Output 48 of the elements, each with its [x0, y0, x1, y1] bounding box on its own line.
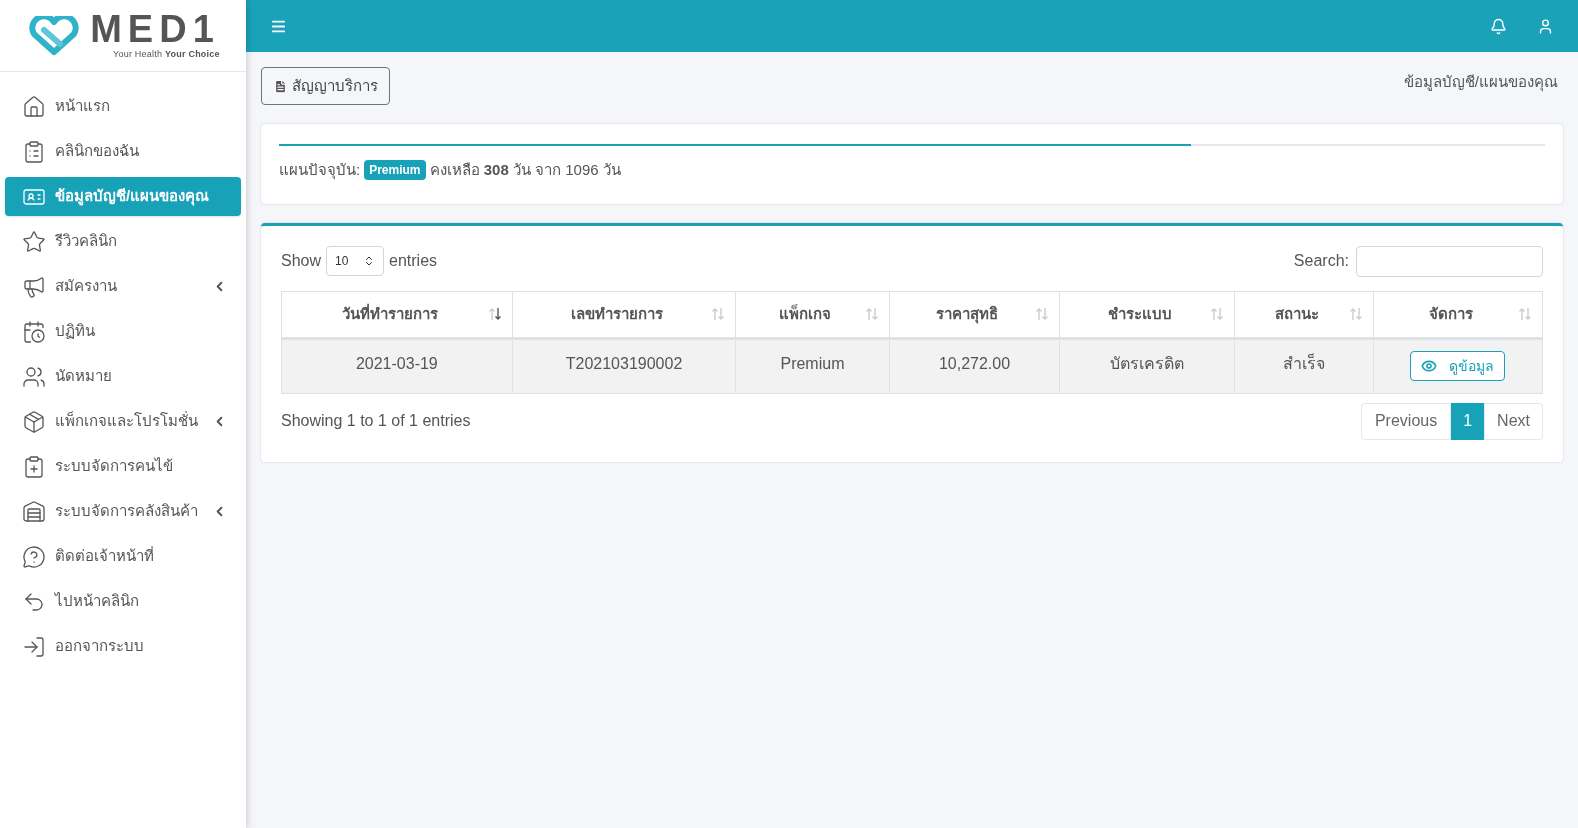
sidebar-item[interactable]: แพ็กเกจและโปรโมชั่น — [5, 402, 241, 441]
entries-label: entries — [389, 251, 438, 271]
contract-button[interactable]: สัญญาบริการ — [261, 67, 390, 105]
search-label: Search: — [1293, 251, 1349, 271]
search-field[interactable] — [1356, 245, 1543, 277]
table-cell: สำเร็จ — [1234, 338, 1374, 393]
sidebar-item[interactable]: หน้าแรก — [5, 87, 241, 126]
plan-badge: Premium — [364, 160, 426, 181]
login-arrow-icon — [22, 634, 46, 659]
sidebar-item[interactable]: ติดต่อเจ้าหน้าที่ — [5, 537, 241, 576]
sidebar-item[interactable]: คลินิกของฉัน — [5, 132, 241, 171]
people-icon — [22, 364, 46, 389]
clipboard-plus-icon — [22, 454, 46, 479]
sidebar-item[interactable]: ระบบจัดการคนไข้ — [5, 447, 241, 486]
calendar-clock-icon — [22, 319, 46, 344]
sidebar-item[interactable]: ระบบจัดการคลังสินค้า — [5, 492, 241, 531]
clipboard-list-icon — [22, 139, 46, 164]
table-cell: บัตรเครดิต — [1059, 338, 1235, 393]
warehouse-icon — [22, 499, 46, 524]
plan-label: แผนปัจจุบัน: — [279, 160, 361, 182]
file-icon — [273, 78, 288, 94]
sidebar-item[interactable]: สมัครงาน — [5, 267, 241, 306]
previous-page-button[interactable]: Previous — [1360, 402, 1452, 440]
megaphone-icon — [22, 274, 46, 299]
logo-wordmark: MED1 — [90, 9, 220, 48]
question-bubble-icon — [22, 544, 46, 569]
logo-tagline: Your Health Your Choice — [113, 47, 220, 61]
table-cell: 2021-03-19 — [281, 338, 513, 393]
sidebar-item[interactable]: ไปหน้าคลินิก — [5, 582, 241, 621]
sidebar-item[interactable]: ปฏิทิน — [5, 312, 241, 351]
plan-remaining-text: คงเหลือ 308 วัน จาก 1096 วัน — [429, 160, 621, 180]
user-icon[interactable] — [1537, 17, 1554, 35]
package-icon — [22, 409, 46, 434]
table-info: Showing 1 to 1 of 1 entries — [281, 411, 471, 431]
table-cell: T202103190002 — [512, 338, 736, 393]
sidebar-item[interactable]: ออกจากระบบ — [5, 627, 241, 666]
eye-icon — [1421, 358, 1438, 374]
breadcrumb: ข้อมูลบัญชี/แผนของคุณ — [1403, 72, 1559, 94]
bell-icon[interactable] — [1490, 17, 1507, 35]
table-cell: 10,272.00 — [889, 338, 1060, 393]
sidebar-item[interactable]: นัดหมาย — [5, 357, 241, 396]
table-cell: Premium — [735, 338, 890, 393]
home-icon — [22, 94, 46, 119]
sidebar-item[interactable]: รีวิวคลินิก — [5, 222, 241, 261]
star-icon — [22, 229, 46, 254]
next-page-button[interactable]: Next — [1484, 402, 1543, 440]
show-label: Show — [281, 251, 322, 271]
page-size-select[interactable]: 10 — [326, 246, 385, 276]
